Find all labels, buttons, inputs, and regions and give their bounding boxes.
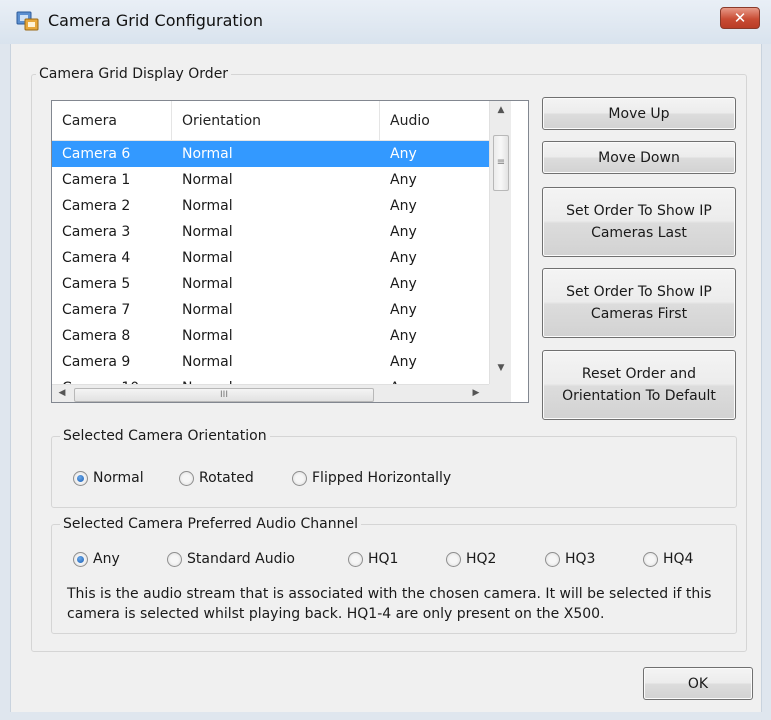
cell-orientation: Normal [182, 146, 233, 162]
cell-camera: Camera 9 [62, 354, 131, 370]
title-bar[interactable]: Camera Grid Configuration ✕ [0, 0, 771, 44]
table-row[interactable]: Camera 3 Normal Any [52, 219, 489, 245]
cell-orientation: Normal [182, 224, 233, 240]
move-down-button[interactable]: Move Down [542, 141, 736, 174]
cell-orientation: Normal [182, 198, 233, 214]
close-icon: ✕ [733, 9, 747, 27]
radio-unselected-icon [643, 551, 658, 567]
radio-label: HQ4 [663, 551, 694, 567]
camera-grid-icon [16, 11, 39, 31]
reset-order-button[interactable]: Reset Order and Orientation To Default [542, 350, 736, 420]
grip-icon: III [220, 390, 228, 400]
table-row[interactable]: Camera 6 Normal Any [52, 141, 489, 167]
cell-audio: Any [390, 276, 417, 292]
ip-cameras-first-button[interactable]: Set Order To Show IP Cameras First [542, 268, 736, 338]
grip-icon: ≡ [496, 157, 506, 168]
horizontal-scroll-thumb[interactable]: III [74, 388, 374, 402]
audio-channel-description: This is the audio stream that is associa… [67, 586, 712, 622]
dialog-client-area: Camera Grid Display Order Camera Orienta… [10, 44, 762, 712]
cell-camera: Camera 2 [62, 198, 131, 214]
radio-audio-hq4[interactable]: HQ4 [643, 551, 693, 567]
scroll-left-arrow-icon[interactable]: ◀ [56, 388, 68, 398]
radio-label: Flipped Horizontally [312, 470, 452, 486]
radio-selected-icon [73, 470, 88, 486]
radio-audio-standard[interactable]: Standard Audio [167, 551, 295, 567]
radio-audio-hq3[interactable]: HQ3 [545, 551, 595, 567]
column-header-camera[interactable]: Camera [52, 101, 172, 141]
column-header-audio[interactable]: Audio [380, 101, 489, 141]
table-row[interactable]: Camera 9 Normal Any [52, 349, 489, 375]
ip-cameras-last-button[interactable]: Set Order To Show IP Cameras Last [542, 187, 736, 257]
radio-unselected-icon [446, 551, 461, 567]
cell-camera: Camera 6 [62, 146, 131, 162]
cell-audio: Any [390, 354, 417, 370]
scroll-right-arrow-icon[interactable]: ▶ [470, 388, 482, 398]
radio-orientation-flipped[interactable]: Flipped Horizontally [292, 470, 451, 486]
cell-audio: Any [390, 172, 417, 188]
orientation-group: Selected Camera Orientation [51, 428, 737, 508]
radio-label: Normal [93, 470, 144, 486]
radio-unselected-icon [545, 551, 560, 567]
radio-label: Standard Audio [187, 551, 295, 567]
cell-camera: Camera 7 [62, 302, 131, 318]
scroll-up-arrow-icon[interactable]: ▲ [490, 105, 512, 115]
radio-label: HQ3 [565, 551, 596, 567]
orientation-legend: Selected Camera Orientation [63, 428, 267, 444]
close-button[interactable]: ✕ [720, 7, 760, 29]
radio-selected-icon [73, 551, 88, 567]
ok-button[interactable]: OK [643, 667, 753, 700]
horizontal-scrollbar[interactable]: ◀ III ▶ [52, 384, 489, 402]
radio-label: Any [93, 551, 120, 567]
cell-audio: Any [390, 302, 417, 318]
audio-channel-legend: Selected Camera Preferred Audio Channel [63, 516, 358, 532]
display-order-legend: Camera Grid Display Order [39, 66, 229, 82]
radio-label: HQ2 [466, 551, 497, 567]
cell-audio: Any [390, 328, 417, 344]
cell-orientation: Normal [182, 172, 233, 188]
table-row[interactable]: Camera 7 Normal Any [52, 297, 489, 323]
vertical-scrollbar[interactable]: ▲ ≡ ▼ [489, 101, 511, 384]
cell-camera: Camera 5 [62, 276, 131, 292]
cell-camera: Camera 4 [62, 250, 131, 266]
cell-camera: Camera 3 [62, 224, 131, 240]
vertical-scroll-thumb[interactable]: ≡ [493, 135, 509, 191]
table-row[interactable]: Camera 2 Normal Any [52, 193, 489, 219]
radio-orientation-normal[interactable]: Normal [73, 470, 144, 486]
cell-camera: Camera 8 [62, 328, 131, 344]
cell-orientation: Normal [182, 250, 233, 266]
table-row[interactable]: Camera 4 Normal Any [52, 245, 489, 271]
cell-audio: Any [390, 250, 417, 266]
radio-unselected-icon [167, 551, 182, 567]
radio-unselected-icon [348, 551, 363, 567]
camera-list[interactable]: Camera Orientation Audio Camera 6 Normal… [51, 100, 529, 403]
dialog-window: Camera Grid Configuration ✕ Camera Grid … [0, 0, 771, 720]
table-row[interactable]: Camera 8 Normal Any [52, 323, 489, 349]
column-header-orientation[interactable]: Orientation [172, 101, 380, 141]
cell-audio: Any [390, 198, 417, 214]
radio-orientation-rotated[interactable]: Rotated [179, 470, 254, 486]
table-row[interactable]: Camera 5 Normal Any [52, 271, 489, 297]
cell-orientation: Normal [182, 328, 233, 344]
move-up-button[interactable]: Move Up [542, 97, 736, 130]
window-title: Camera Grid Configuration [48, 11, 264, 30]
table-row[interactable]: Camera 1 Normal Any [52, 167, 489, 193]
scroll-corner [489, 384, 511, 402]
cell-audio: Any [390, 146, 417, 162]
radio-audio-hq2[interactable]: HQ2 [446, 551, 496, 567]
radio-label: HQ1 [368, 551, 399, 567]
scroll-down-arrow-icon[interactable]: ▼ [490, 363, 512, 373]
list-header: Camera Orientation Audio [52, 101, 489, 141]
radio-label: Rotated [199, 470, 254, 486]
cell-orientation: Normal [182, 354, 233, 370]
cell-audio: Any [390, 224, 417, 240]
cell-orientation: Normal [182, 276, 233, 292]
cell-camera: Camera 1 [62, 172, 131, 188]
radio-audio-any[interactable]: Any [73, 551, 120, 567]
radio-audio-hq1[interactable]: HQ1 [348, 551, 398, 567]
radio-unselected-icon [292, 470, 307, 486]
radio-unselected-icon [179, 470, 194, 486]
cell-orientation: Normal [182, 302, 233, 318]
